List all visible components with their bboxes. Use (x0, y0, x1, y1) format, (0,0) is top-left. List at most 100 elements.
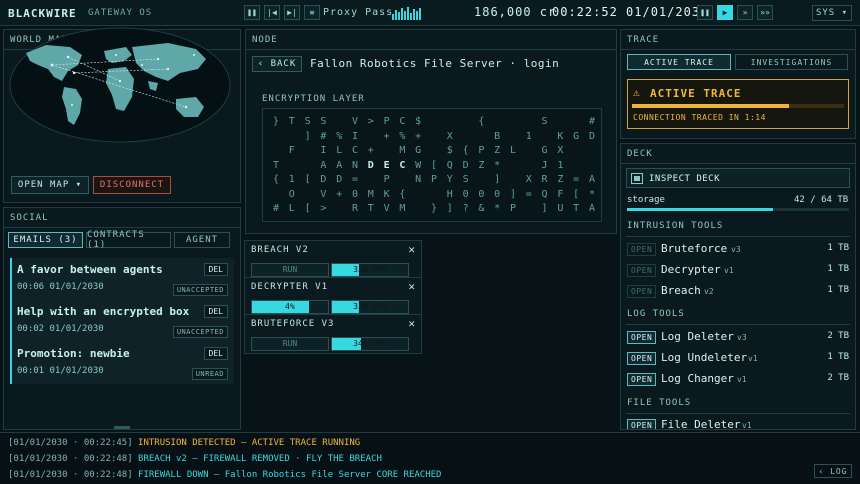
tab-agent[interactable]: AGENT (174, 232, 230, 248)
cipher-char: > (320, 203, 327, 214)
cpu-slot[interactable]: 33% CPU (331, 263, 409, 277)
log-timestamp: [01/01/2030 · 00:22:45] (8, 438, 133, 448)
email-item[interactable]: Help with an encrypted box 00:02 01/01/2… (10, 300, 234, 342)
cipher-char: > (367, 116, 374, 127)
cipher-char: L (336, 145, 343, 156)
sys-menu-button[interactable]: SYS ▾ (812, 5, 852, 21)
open-map-button[interactable]: OPEN MAP ▾ (11, 176, 89, 194)
cipher-char: D (367, 159, 374, 171)
delete-email-button[interactable]: DEL (203, 263, 228, 276)
run-slot[interactable]: 4% (251, 300, 329, 314)
cipher-char (273, 145, 279, 156)
email-item[interactable]: A favor between agents 00:06 01/01/2030 … (10, 258, 234, 300)
tool-version: v1 (724, 266, 734, 275)
tool-version: v1 (748, 354, 758, 363)
encryption-grid[interactable]: } T S S V > P C $ { S # ] #% I +% + X B 1 KGD F IL… (262, 108, 602, 222)
tab-active-trace[interactable]: ACTIVE TRACE (627, 54, 731, 70)
program-window-decrypter[interactable]: DECRYPTER V1 ✕ 4% 33% CPU (244, 277, 422, 317)
program-name: BREACH V2 (251, 245, 309, 255)
time-pause-icon[interactable]: ❚❚ (697, 5, 713, 20)
open-tool-button[interactable]: OPEN (627, 373, 657, 386)
delete-email-button[interactable]: DEL (203, 347, 228, 360)
time-fast-icon[interactable]: » (737, 5, 753, 20)
cipher-char: G (573, 130, 580, 142)
cipher-char: & (478, 203, 485, 214)
inspect-deck-button[interactable]: INSPECT DECK (626, 168, 850, 188)
credits-balance: 186,000 cr (474, 5, 557, 19)
log-toggle-button[interactable]: ‹ LOG (814, 464, 852, 478)
cipher-char: S (320, 116, 327, 127)
game-clock: 00:22:52 01/01/2030 (552, 5, 709, 19)
cipher-char: F (288, 145, 295, 156)
cipher-char: D (336, 174, 343, 185)
cipher-char: $ (415, 116, 422, 127)
scroll-handle[interactable] (114, 426, 130, 429)
tool-size: 2 TB (827, 331, 849, 341)
tool-row[interactable]: OPEN Log Changer v1 2 TB (627, 372, 849, 388)
category-log-tools: LOG TOOLS (627, 309, 685, 319)
trace-title: TRACE (627, 35, 660, 45)
open-tool-button[interactable]: OPEN (627, 352, 657, 365)
cipher-char (463, 116, 469, 127)
open-tool-button[interactable]: OPEN (627, 285, 657, 298)
cipher-char (526, 160, 532, 171)
pause-icon[interactable]: ❚❚ (244, 5, 260, 20)
cipher-char: = (525, 188, 532, 200)
program-window-breach[interactable]: BREACH V2 ✕ RUN 33% CPU (244, 240, 422, 280)
cipher-char: T (367, 203, 374, 214)
cipher-char: { (273, 174, 280, 185)
cipher-char: L (509, 145, 516, 156)
disconnect-button[interactable]: DISCONNECT (93, 176, 171, 194)
trace-progress-bar (632, 104, 844, 108)
tab-contracts[interactable]: CONTRACTS (1) (86, 230, 171, 250)
tool-size: 1 TB (827, 285, 849, 295)
cipher-char: B (494, 130, 501, 142)
run-slot[interactable]: RUN (251, 263, 329, 277)
close-icon[interactable]: ✕ (408, 243, 415, 256)
open-tool-button[interactable]: OPEN (627, 243, 657, 256)
cipher-char: A (588, 203, 595, 214)
world-map[interactable] (8, 25, 232, 145)
cipher-char: { (478, 116, 485, 127)
cipher-char: P (383, 174, 390, 185)
tool-row[interactable]: OPEN Log Deleter v3 2 TB (627, 330, 849, 346)
cipher-char: S (304, 116, 311, 127)
back-button[interactable]: ‹ BACK (252, 56, 302, 72)
program-window-bruteforce[interactable]: BRUTEFORCE V3 ✕ RUN 34% CPU (244, 314, 422, 354)
tab-investigations[interactable]: INVESTIGATIONS (735, 54, 848, 70)
delete-email-button[interactable]: DEL (203, 305, 228, 318)
email-item[interactable]: Promotion: newbie 00:01 01/01/2030 DEL U… (10, 342, 234, 384)
run-slot[interactable]: RUN (251, 337, 329, 351)
tool-row[interactable]: OPEN File Deleter v1 (627, 418, 849, 429)
open-tool-button[interactable]: OPEN (627, 331, 657, 344)
cipher-char (510, 131, 516, 142)
cipher-char: D (588, 130, 595, 142)
time-fastest-icon[interactable]: »» (757, 5, 773, 20)
cipher-char (336, 203, 342, 214)
cipher-char (431, 116, 437, 127)
tool-row[interactable]: OPEN Log Undeleter v1 1 TB (627, 351, 849, 367)
cipher-char (463, 131, 469, 142)
time-play-icon[interactable]: ▶ (717, 5, 733, 20)
category-file-tools: FILE TOOLS (627, 398, 692, 408)
cipher-char (510, 160, 516, 171)
playlist-icon[interactable]: ≡ (304, 5, 320, 20)
next-track-icon[interactable]: ▶| (284, 5, 300, 20)
close-icon[interactable]: ✕ (408, 317, 415, 330)
tool-name: Bruteforce (661, 242, 728, 255)
cpu-slot[interactable]: 34% CPU (331, 337, 409, 351)
tool-row[interactable]: OPEN Breach v2 1 TB (627, 284, 849, 300)
close-icon[interactable]: ✕ (408, 280, 415, 293)
previous-track-icon[interactable]: |◀ (264, 5, 280, 20)
open-tool-button[interactable]: OPEN (627, 264, 657, 277)
cipher-char: N (351, 159, 359, 171)
log-message: INTRUSION DETECTED — ACTIVE TRACE RUNNIN… (138, 438, 361, 448)
social-title: SOCIAL (10, 213, 49, 223)
tool-row[interactable]: OPEN Bruteforce v3 1 TB (627, 242, 849, 258)
tool-row[interactable]: OPEN Decrypter v1 1 TB (627, 263, 849, 279)
social-tabs: EMAILS (3) CONTRACTS (1) AGENT (8, 230, 230, 250)
tab-emails[interactable]: EMAILS (3) (8, 232, 83, 248)
cipher-char: Z (478, 159, 485, 171)
open-tool-button[interactable]: OPEN (627, 419, 657, 429)
cpu-slot[interactable]: 33% CPU (331, 300, 409, 314)
